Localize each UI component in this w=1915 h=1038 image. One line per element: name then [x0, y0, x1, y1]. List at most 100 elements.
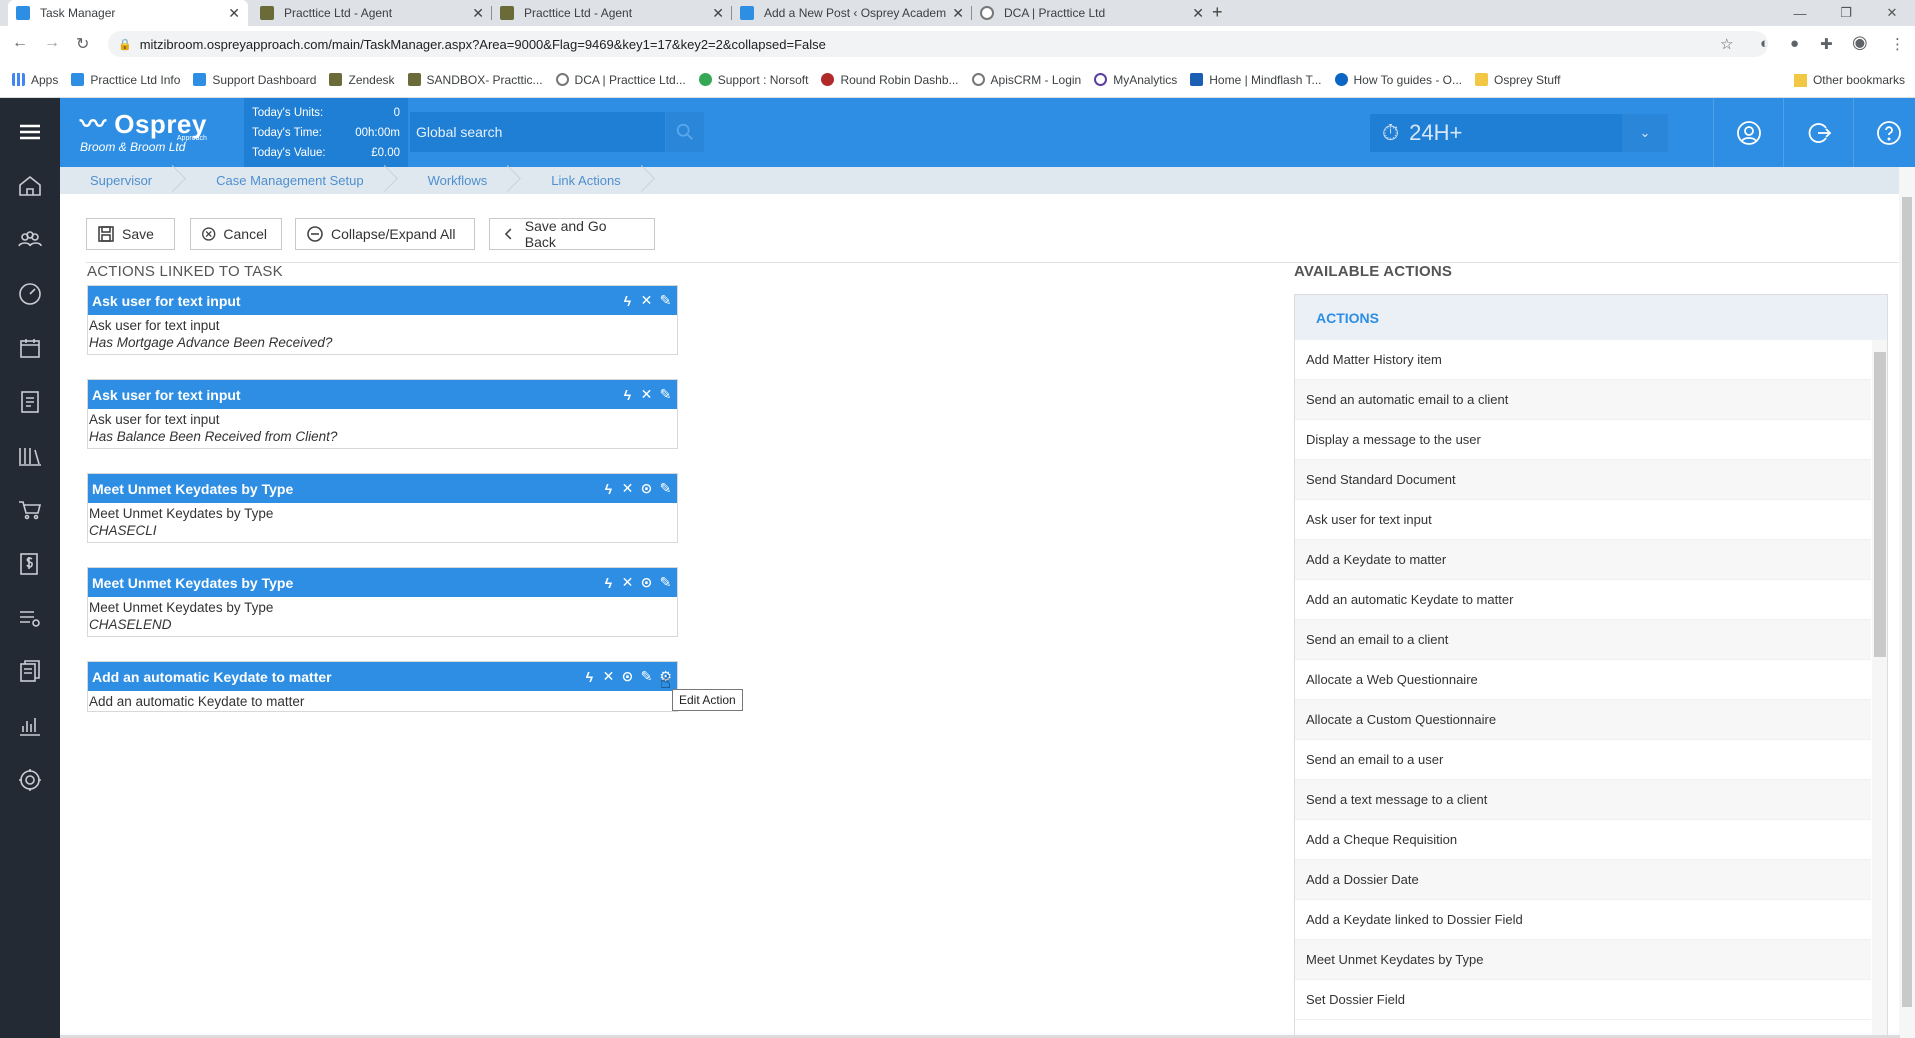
available-action-item[interactable]: Add an automatic Keydate to matter [1295, 580, 1871, 620]
restore-window-icon[interactable]: ❐ [1826, 0, 1866, 26]
lightning-bolt-icon[interactable]: ϟ [601, 481, 616, 497]
timer-display[interactable]: ⏱ 24H+ [1370, 114, 1640, 152]
save-button[interactable]: Save [86, 218, 175, 250]
available-action-item[interactable]: Send a text message to a client [1295, 780, 1871, 820]
close-tab-icon[interactable]: ✕ [1192, 5, 1204, 22]
edit-pencil-icon[interactable]: ✎ [658, 480, 673, 497]
available-action-item[interactable]: Send an email to a user [1295, 740, 1871, 780]
library-books-icon[interactable] [0, 429, 60, 483]
breadcrumb-link-actions[interactable]: Link Actions [521, 167, 654, 194]
browser-tab-agent-1[interactable]: Practtice Ltd - Agent ✕ [252, 0, 492, 26]
target-circle-icon[interactable]: ⊙ [620, 668, 635, 685]
reports-documents-icon[interactable] [0, 645, 60, 699]
menu-hamburger-icon[interactable] [0, 105, 60, 159]
bookmark-folder[interactable]: Osprey Stuff [1475, 73, 1561, 87]
browser-tab-dca[interactable]: DCA | Practtice Ltd ✕ [972, 0, 1212, 26]
browser-menu-icon[interactable]: ⋮ [1890, 35, 1905, 53]
collapse-expand-all-button[interactable]: Collapse/Expand All [295, 218, 475, 250]
bookmark-item[interactable]: Zendesk [329, 73, 395, 87]
reload-icon[interactable]: ↻ [76, 34, 89, 54]
actions-group-header[interactable]: ACTIONS [1295, 295, 1887, 340]
bookmark-item[interactable]: Home | Mindflash T... [1190, 73, 1322, 87]
back-arrow-icon[interactable]: ← [12, 34, 28, 52]
logout-button[interactable] [1783, 98, 1853, 167]
bookmark-item[interactable]: MyAnalytics [1094, 73, 1177, 87]
close-tab-icon[interactable]: ✕ [712, 5, 724, 22]
breadcrumb-case-management-setup[interactable]: Case Management Setup [186, 167, 397, 194]
list-settings-icon[interactable] [0, 591, 60, 645]
bookmark-item[interactable]: Practtice Ltd Info [71, 73, 180, 87]
available-action-item[interactable]: Add a Dossier Date [1295, 860, 1871, 900]
available-action-item[interactable]: Allocate a Web Questionnaire [1295, 660, 1871, 700]
profile-avatar-icon[interactable]: ◉ [1852, 32, 1868, 53]
delete-x-icon[interactable]: ✕ [601, 668, 616, 685]
delete-x-icon[interactable]: ✕ [620, 574, 635, 591]
admin-settings-icon[interactable] [0, 753, 60, 807]
bookmark-item[interactable]: Support Dashboard [193, 73, 316, 87]
extension-icon[interactable]: ● [1790, 35, 1799, 52]
edit-pencil-icon[interactable]: ✎ [658, 292, 673, 309]
bookmark-item[interactable]: Round Robin Dashb... [821, 73, 959, 87]
bookmark-item[interactable]: ApisCRM - Login [971, 73, 1081, 87]
new-tab-button[interactable]: + [1212, 2, 1223, 23]
dashboard-gauge-icon[interactable] [0, 267, 60, 321]
available-action-item[interactable]: Ask user for text input [1295, 500, 1871, 540]
close-window-icon[interactable]: ✕ [1872, 0, 1912, 26]
browser-tab-agent-2[interactable]: Practtice Ltd - Agent ✕ [492, 0, 732, 26]
available-action-item[interactable]: Send an automatic email to a client [1295, 380, 1871, 420]
edit-pencil-icon[interactable]: ✎ [639, 668, 654, 685]
available-action-item[interactable]: Allocate a Custom Questionnaire [1295, 700, 1871, 740]
page-scrollbar[interactable] [1899, 167, 1915, 1038]
shopping-cart-icon[interactable] [0, 483, 60, 537]
document-icon[interactable] [0, 375, 60, 429]
search-button[interactable] [666, 112, 704, 152]
bookmark-item[interactable]: DCA | Practtice Ltd... [555, 73, 686, 87]
bookmark-star-icon[interactable]: ☆ [1720, 35, 1733, 53]
available-action-item[interactable]: Send an email to a client [1295, 620, 1871, 660]
delete-x-icon[interactable]: ✕ [639, 386, 654, 403]
url-field[interactable]: 🔒 mitzibroom.ospreyapproach.com/main/Tas… [108, 31, 1768, 57]
close-tab-icon[interactable]: ✕ [472, 5, 484, 22]
available-action-item[interactable]: Meet Unmet Keydates by Type [1295, 940, 1871, 980]
browser-tab-osprey-academy[interactable]: Add a New Post ‹ Osprey Academ ✕ [732, 0, 972, 26]
available-action-item[interactable]: Set Dossier Field [1295, 980, 1871, 1020]
available-action-item[interactable]: Display a message to the user [1295, 420, 1871, 460]
breadcrumb-supervisor[interactable]: Supervisor [60, 167, 186, 194]
bookmark-item[interactable]: SANDBOX- Practtic... [407, 73, 543, 87]
extension-icon[interactable]: ◐ [1760, 35, 1769, 52]
save-and-go-back-button[interactable]: Save and Go Back [489, 218, 655, 250]
target-circle-icon[interactable]: ⊙ [639, 574, 654, 591]
close-tab-icon[interactable]: ✕ [952, 5, 964, 22]
bookmark-apps[interactable]: Apps [12, 73, 58, 87]
breadcrumb-workflows[interactable]: Workflows [398, 167, 522, 194]
available-action-item[interactable]: Add a Keydate linked to Dossier Field [1295, 900, 1871, 940]
analytics-chart-icon[interactable] [0, 699, 60, 753]
calendar-icon[interactable] [0, 321, 60, 375]
lightning-bolt-icon[interactable]: ϟ [620, 387, 635, 403]
timer-dropdown-button[interactable]: ⌄ [1622, 114, 1668, 152]
minimize-window-icon[interactable]: — [1780, 0, 1820, 26]
billing-dollar-icon[interactable] [0, 537, 60, 591]
available-actions-scrollbar[interactable] [1872, 340, 1887, 1037]
user-profile-button[interactable] [1713, 98, 1783, 167]
available-action-item[interactable]: Add a Keydate to matter [1295, 540, 1871, 580]
osprey-logo[interactable]: 〰 Osprey Approach Broom & Broom Ltd [80, 104, 207, 154]
available-action-item[interactable]: Add Matter History item [1295, 340, 1871, 380]
lightning-bolt-icon[interactable]: ϟ [601, 575, 616, 591]
extensions-puzzle-icon[interactable]: ✚ [1820, 35, 1833, 53]
available-action-item[interactable]: Send Standard Document [1295, 460, 1871, 500]
cancel-button[interactable]: Cancel [190, 218, 282, 250]
lightning-bolt-icon[interactable]: ϟ [582, 669, 597, 685]
lightning-bolt-icon[interactable]: ϟ [620, 293, 635, 309]
bookmark-item[interactable]: How To guides - O... [1334, 73, 1462, 87]
bookmark-item[interactable]: Support : Norsoft [698, 73, 808, 87]
edit-pencil-icon[interactable]: ✎ [658, 574, 673, 591]
help-button[interactable] [1853, 98, 1915, 167]
edit-pencil-icon[interactable]: ✎ [658, 386, 673, 403]
forward-arrow-icon[interactable]: → [44, 34, 60, 52]
global-search-input[interactable]: Global search [410, 112, 665, 152]
delete-x-icon[interactable]: ✕ [620, 480, 635, 497]
scrollbar-thumb[interactable] [1874, 352, 1886, 657]
close-tab-icon[interactable]: ✕ [228, 5, 240, 22]
other-bookmarks-folder[interactable]: Other bookmarks [1793, 62, 1905, 98]
